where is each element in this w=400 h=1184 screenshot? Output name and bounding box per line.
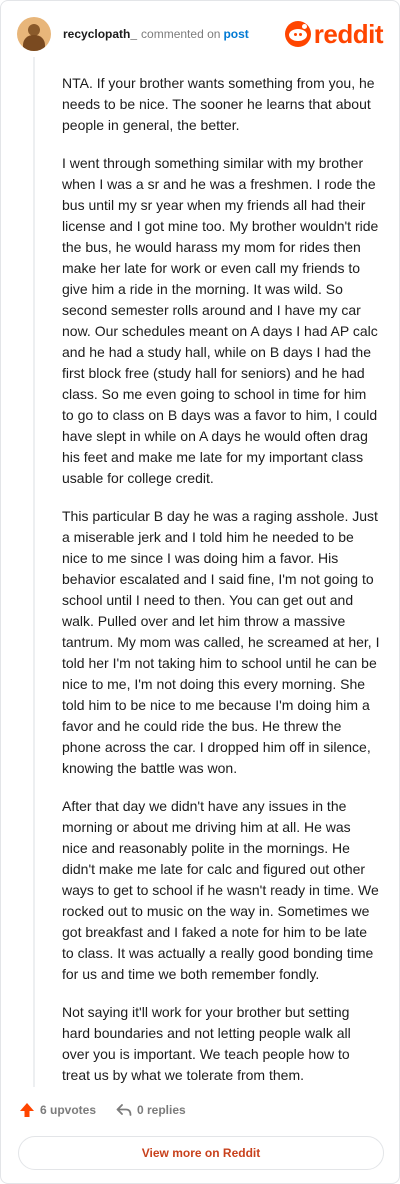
reddit-wordmark: reddit: [313, 18, 384, 49]
comment-paragraph: After that day we didn't have any issues…: [62, 798, 379, 982]
upvote-button[interactable]: 6 upvotes: [19, 1102, 96, 1118]
upvote-arrow-icon: [20, 1103, 34, 1117]
reddit-logo[interactable]: reddit: [284, 18, 384, 49]
comment-paragraph: Not saying it'll work for your brother b…: [62, 1004, 351, 1083]
reply-icon: [116, 1104, 132, 1116]
upvote-count: 6 upvotes: [40, 1103, 97, 1117]
header-text: recyclopath_ commented on post: [63, 27, 249, 41]
comment-card: recyclopath_ commented on post reddit NTA.…: [0, 0, 400, 1184]
username-link[interactable]: recyclopath_: [63, 27, 137, 41]
reddit-alien-icon: [284, 21, 311, 47]
comment-actions: 6 upvotes 0 replies: [17, 1102, 383, 1122]
comment-header: recyclopath_ commented on post reddit: [17, 17, 384, 53]
view-more-button[interactable]: View more on Reddit: [18, 1136, 384, 1170]
comment-body: NTA. If your brother wants something fro…: [62, 73, 380, 1103]
reply-count: 0 replies: [137, 1103, 186, 1117]
thread-line: [33, 57, 35, 1087]
comment-paragraph: This particular B day he was a raging as…: [62, 508, 380, 776]
avatar[interactable]: [17, 17, 51, 51]
comment-paragraph: NTA. If your brother wants something fro…: [62, 75, 375, 133]
avatar-body: [23, 35, 45, 51]
reply-button[interactable]: 0 replies: [116, 1102, 186, 1118]
commented-on-label: commented on: [141, 27, 221, 41]
comment-paragraph: I went through something similar with my…: [62, 155, 379, 486]
post-link[interactable]: post: [223, 27, 248, 41]
